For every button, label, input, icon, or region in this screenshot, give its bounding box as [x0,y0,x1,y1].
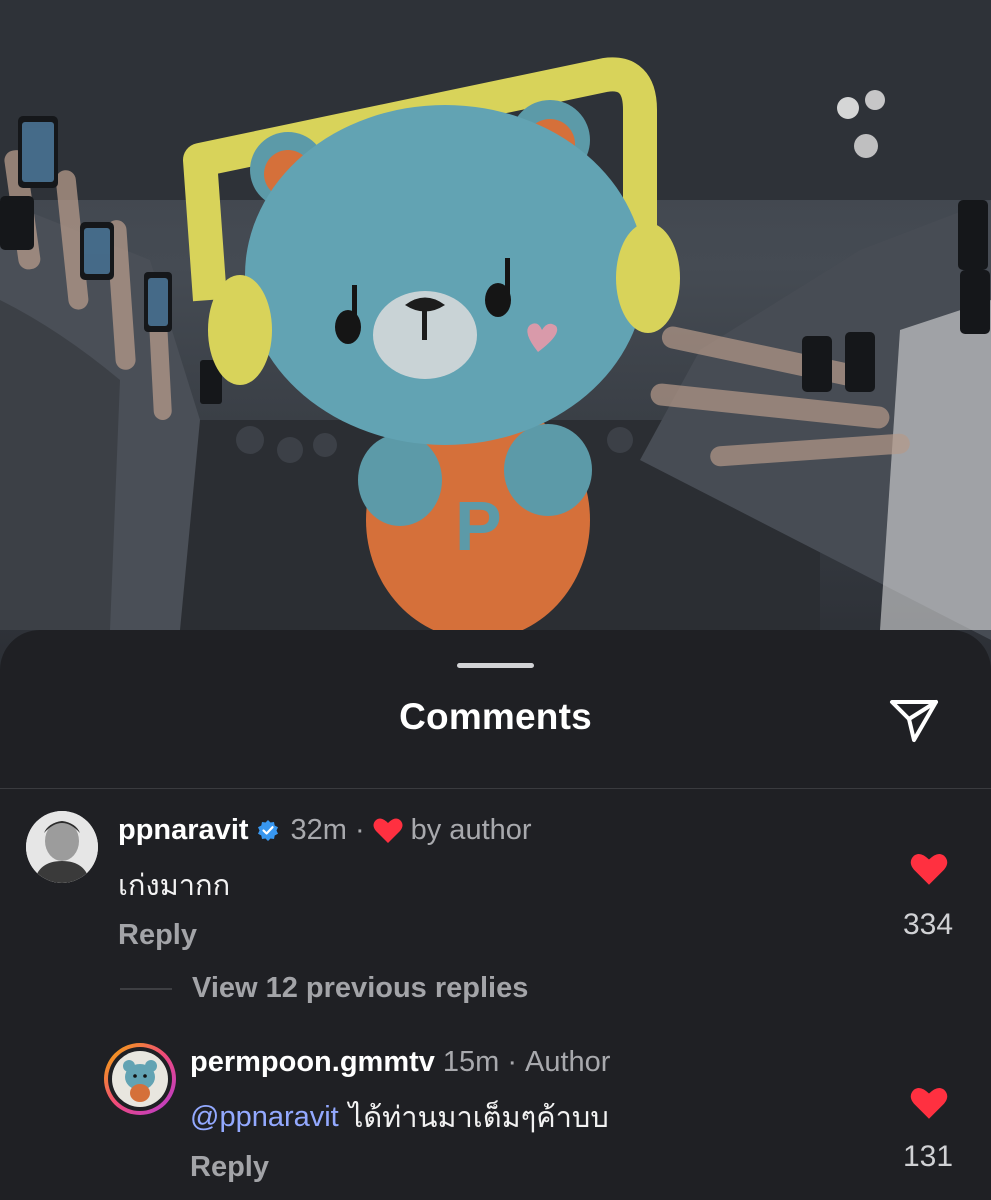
heart-icon [373,818,403,843]
svg-text:P: P [455,487,502,565]
reply-button[interactable]: Reply [118,916,197,954]
mascot-avatar [112,1051,168,1107]
comment-username[interactable]: ppnaravit [118,814,249,847]
view-previous-replies[interactable]: View 12 previous replies [192,972,528,1005]
reply-body: ได้ท่านมาเต็มๆค้าบบ [348,1102,609,1134]
liked-by-author-label: by author [410,813,532,846]
meta-separator: · [507,1045,517,1078]
sheet-title: Comments [399,696,592,737]
comment-time: 32m [290,813,347,846]
share-button[interactable] [884,690,944,750]
like-count: 131 [902,1140,954,1173]
like-button[interactable] [906,1086,952,1126]
heart-icon [910,1087,948,1119]
profile-photo [26,811,98,883]
heart-icon [910,853,948,885]
reply-time: 15m [442,1045,500,1078]
paper-plane-icon [890,700,938,742]
thread-line [120,988,172,990]
reply-username[interactable]: permpoon.gmmtv [190,1046,435,1079]
meta-separator: · [354,813,365,846]
reply-button[interactable]: Reply [190,1148,269,1186]
sheet-divider [0,788,991,789]
mascot-photo: P [0,0,991,640]
comment-text: เก่งมากก [118,870,231,902]
post-photo: P [0,0,991,700]
verified-badge-icon [257,820,278,841]
author-label: Author [525,1045,611,1078]
avatar[interactable] [26,811,98,883]
comment-header: ppnaravit 32m · by author [118,811,532,849]
like-button[interactable] [906,852,952,892]
mention-link[interactable]: @ppnaravit [190,1101,339,1134]
sheet-grabber[interactable] [457,663,534,668]
reply-text: @ppnaravit ได้ท่านมาเต็มๆค้าบบ [190,1096,609,1138]
reply-header: permpoon.gmmtv 15m · Author [190,1043,610,1081]
like-count: 334 [902,908,954,941]
avatar-story-ring[interactable] [104,1043,176,1115]
